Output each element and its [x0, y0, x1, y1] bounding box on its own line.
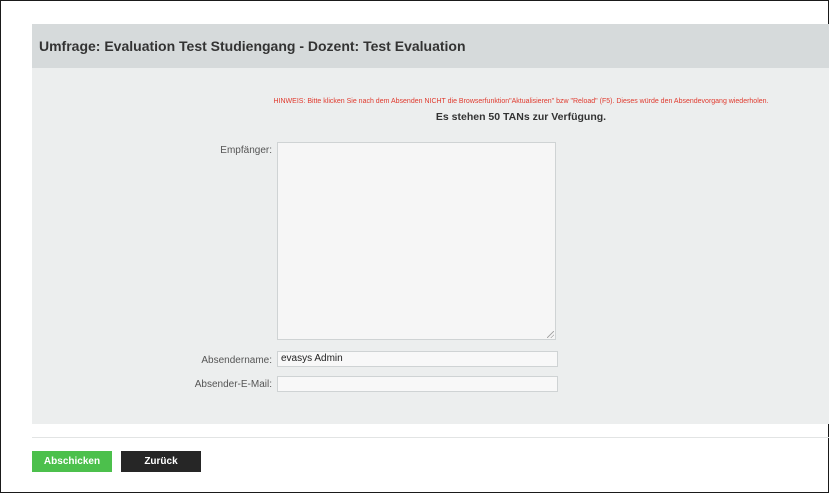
back-button[interactable]: Zurück	[121, 451, 201, 472]
sender-name-label: Absendername:	[201, 355, 272, 366]
recipient-textarea[interactable]	[277, 142, 556, 340]
tan-count-text: Es stehen 50 TANs zur Verfügung.	[435, 111, 607, 123]
page-title: Umfrage: Evaluation Test Studiengang - D…	[39, 38, 466, 54]
sender-email-input[interactable]	[277, 376, 558, 392]
sender-name-input[interactable]: evasys Admin	[277, 351, 558, 367]
reload-warning: HINWEIS: Bitte klicken Sie nach dem Abse…	[273, 98, 769, 105]
resize-handle-icon[interactable]	[547, 331, 554, 338]
divider	[32, 437, 829, 438]
recipient-label: Empfänger:	[220, 145, 272, 156]
panel-header: Umfrage: Evaluation Test Studiengang - D…	[32, 24, 829, 68]
page-frame: Umfrage: Evaluation Test Studiengang - D…	[0, 0, 829, 493]
sender-email-label: Absender-E-Mail:	[194, 379, 272, 390]
survey-panel: Umfrage: Evaluation Test Studiengang - D…	[32, 24, 829, 424]
submit-button[interactable]: Abschicken	[32, 451, 112, 472]
